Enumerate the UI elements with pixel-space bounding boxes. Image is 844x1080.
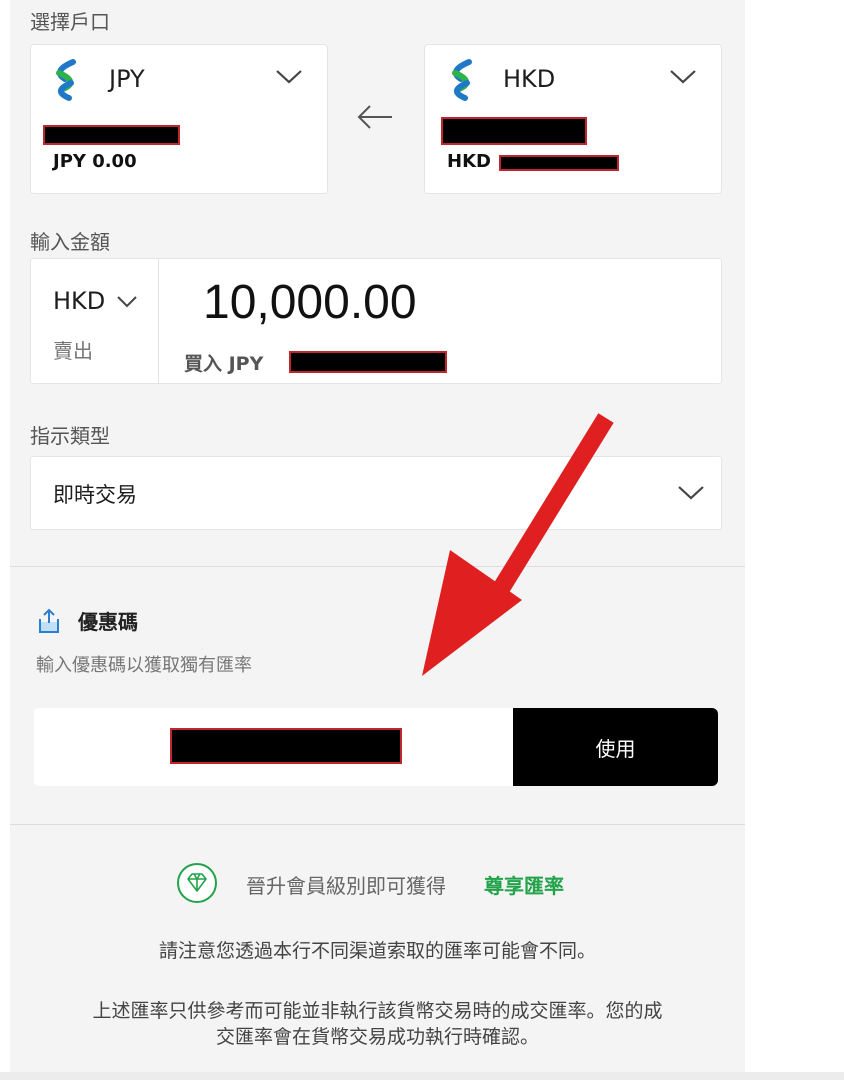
- instruction-type-label: 指示類型: [30, 424, 110, 448]
- redacted-account-number: [441, 117, 587, 145]
- share-tray-icon: [39, 608, 59, 633]
- diamond-icon: [177, 863, 217, 903]
- annotation-arrow-icon: [422, 413, 614, 676]
- sell-label: 賣出: [53, 339, 93, 363]
- chevron-down-icon: [117, 296, 137, 308]
- bank-logo-icon: [452, 59, 472, 101]
- redacted-account-number: [43, 125, 180, 145]
- amount-input[interactable]: 10,000.00: [203, 275, 417, 330]
- sell-currency-selector[interactable]: HKD 賣出: [31, 259, 159, 383]
- from-account-card[interactable]: HKD HKD: [424, 44, 722, 194]
- apply-promo-button[interactable]: 使用: [513, 708, 718, 786]
- rate-channel-note: 請注意您透過本行不同渠道索取的匯率可能會不同。: [158, 940, 596, 962]
- from-currency: HKD: [503, 65, 556, 93]
- promo-subtitle: 輸入優惠碼以獲取獨有匯率: [36, 655, 252, 676]
- amount-card: HKD 賣出 10,000.00 買入 JPY: [30, 258, 722, 384]
- chevron-down-icon[interactable]: [669, 69, 697, 85]
- to-balance: JPY 0.00: [53, 151, 137, 172]
- promo-code-input[interactable]: [34, 708, 516, 786]
- sell-currency: HKD: [53, 287, 106, 315]
- upgrade-text: 晉升會員級別即可獲得: [246, 874, 446, 898]
- bottom-strip: [0, 1072, 844, 1080]
- to-currency: JPY: [109, 65, 145, 93]
- arrow-left-icon: [357, 105, 392, 129]
- premium-rate-link[interactable]: 尊享匯率: [484, 870, 564, 899]
- select-account-label: 選擇戶口: [30, 10, 110, 34]
- from-balance-prefix: HKD: [447, 151, 491, 172]
- redacted-balance: [499, 155, 619, 171]
- instruction-type-value: 即時交易: [53, 483, 137, 507]
- to-account-card[interactable]: JPY JPY 0.00: [30, 44, 328, 194]
- chevron-down-icon[interactable]: [275, 69, 303, 85]
- amount-label: 輸入金額: [30, 230, 110, 254]
- rate-disclaimer-line2: 交匯率會在貨幣交易成功執行時確認。: [215, 1026, 539, 1048]
- promo-title: 優惠碼: [78, 610, 138, 634]
- redacted-buy-amount: [289, 351, 447, 373]
- redacted-promo-code: [170, 728, 402, 764]
- chevron-down-icon: [678, 486, 704, 500]
- buy-label: 買入 JPY: [184, 353, 264, 375]
- divider: [10, 824, 745, 825]
- rate-disclaimer-line1: 上述匯率只供參考而可能並非執行該貨幣交易時的成交匯率。您的成: [92, 1000, 663, 1022]
- bank-logo-icon: [56, 59, 76, 101]
